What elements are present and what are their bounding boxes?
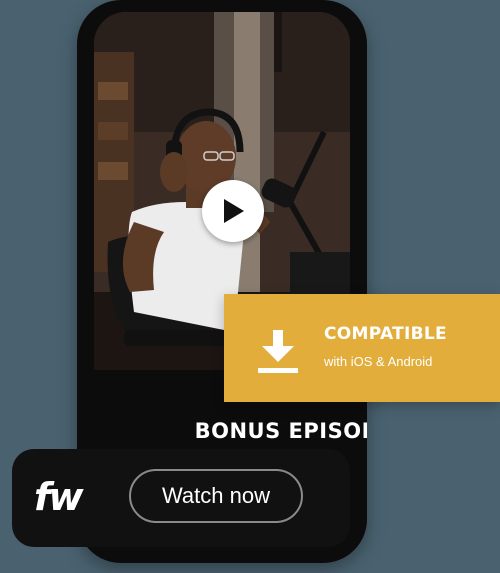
fw-logo: fw <box>34 475 84 519</box>
watch-now-button[interactable]: Watch now <box>129 469 303 523</box>
badge-subtitle: with iOS & Android <box>324 354 433 369</box>
play-icon <box>224 199 244 223</box>
download-icon <box>258 330 298 373</box>
compatibility-badge: COMPATIBLE with iOS & Android <box>224 294 500 402</box>
cta-bar: fw Watch now <box>12 449 350 547</box>
badge-title: COMPATIBLE <box>324 324 447 344</box>
play-button[interactable] <box>202 180 264 242</box>
episode-title: BONUS EPISODE <box>194 419 367 443</box>
